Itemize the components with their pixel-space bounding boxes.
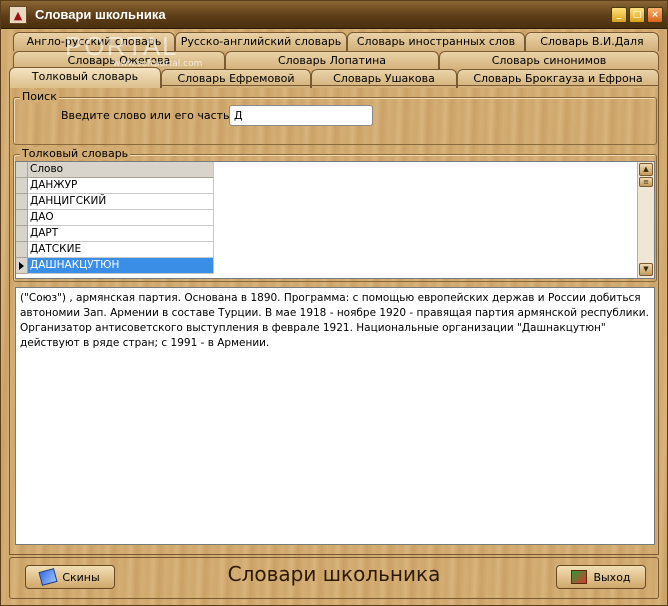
- tab-dahl[interactable]: Словарь В.И.Даля: [525, 32, 659, 51]
- window-title: Словари школьника: [35, 7, 166, 22]
- tab-label: Словарь Ушакова: [333, 72, 435, 85]
- row-indicator: [16, 178, 28, 194]
- tab-label: Словарь синонимов: [491, 54, 607, 67]
- tab-lopatin[interactable]: Словарь Лопатина: [225, 51, 439, 70]
- tab-label: Словарь Ефремовой: [177, 72, 295, 85]
- definition-text[interactable]: ("Союз") , армянская партия. Основана в …: [15, 287, 655, 545]
- column-header-word[interactable]: Слово: [28, 162, 214, 178]
- skins-label: Скины: [62, 570, 100, 584]
- word-cell: ДАО: [28, 210, 214, 226]
- word-cell: ДАШНАКЦУТЮН: [28, 258, 214, 274]
- footer-title: Словари школьника: [227, 562, 441, 586]
- row-indicator: [16, 162, 28, 178]
- book-app-icon: ▲: [9, 6, 27, 24]
- row-indicator: [16, 258, 28, 274]
- tab-label: Словарь иностранных слов: [356, 35, 516, 48]
- scroll-up-icon[interactable]: ▲: [639, 163, 653, 176]
- grid-header: Слово: [16, 162, 214, 178]
- title-bar[interactable]: ▲ Словари школьника _ □ ×: [1, 1, 667, 29]
- maximize-icon[interactable]: □: [629, 7, 645, 23]
- row-indicator: [16, 226, 28, 242]
- word-cell: ДАТСКИЕ: [28, 242, 214, 258]
- row-indicator: [16, 210, 28, 226]
- tab-label: Словарь Брокгауза и Ефрона: [473, 72, 643, 85]
- word-cell: ДАРТ: [28, 226, 214, 242]
- word-cell: ДАНЦИГСКИЙ: [28, 194, 214, 210]
- table-row[interactable]: ДАНЦИГСКИЙ: [16, 194, 214, 210]
- tab-label: Толковый словарь: [31, 70, 139, 83]
- row-pointer-icon: [19, 262, 24, 270]
- tab-label: Словарь Ожегова: [67, 54, 171, 67]
- tab-explanatory[interactable]: Толковый словарь: [9, 67, 161, 88]
- exit-icon: [571, 570, 588, 584]
- word-list[interactable]: Слово ДАНЖУР ДАНЦИГСКИЙ ДАО ДАРТ ДАТСКИЕ: [15, 161, 655, 279]
- tab-russian-english[interactable]: Русско-английский словарь: [175, 32, 347, 51]
- search-label: Введите слово или его часть:: [61, 109, 234, 122]
- tab-foreign-words[interactable]: Словарь иностранных слов: [347, 32, 525, 51]
- scroll-thumb[interactable]: ≡: [639, 177, 653, 187]
- table-row[interactable]: ДАНЖУР: [16, 178, 214, 194]
- tab-label: Англо-русский словарь: [26, 35, 162, 48]
- skins-icon: [38, 568, 58, 586]
- word-cell: ДАНЖУР: [28, 178, 214, 194]
- tab-label: Словарь В.И.Даля: [540, 35, 644, 48]
- main-window: ▲ Словари школьника _ □ × Англо-русский …: [0, 0, 668, 606]
- vertical-scrollbar[interactable]: ▲ ≡ ▼: [637, 162, 654, 278]
- search-group-label: Поиск: [20, 90, 59, 103]
- search-input[interactable]: [229, 105, 373, 126]
- tab-label: Словарь Лопатина: [277, 54, 387, 67]
- exit-label: Выход: [593, 570, 631, 584]
- row-indicator: [16, 242, 28, 258]
- table-row[interactable]: ДАРТ: [16, 226, 214, 242]
- close-icon[interactable]: ×: [647, 7, 663, 23]
- minimize-icon[interactable]: _: [611, 7, 627, 23]
- table-row-selected[interactable]: ДАШНАКЦУТЮН: [16, 258, 214, 274]
- tab-synonyms[interactable]: Словарь синонимов: [439, 51, 659, 70]
- skins-button[interactable]: Скины: [25, 565, 115, 589]
- table-row[interactable]: ДАТСКИЕ: [16, 242, 214, 258]
- row-indicator: [16, 194, 28, 210]
- scroll-down-icon[interactable]: ▼: [639, 263, 653, 276]
- tab-english-russian[interactable]: Англо-русский словарь: [13, 32, 175, 51]
- tab-label: Русско-английский словарь: [180, 35, 342, 48]
- table-row[interactable]: ДАО: [16, 210, 214, 226]
- word-grid: Слово ДАНЖУР ДАНЦИГСКИЙ ДАО ДАРТ ДАТСКИЕ: [16, 162, 214, 274]
- wordlist-group-label: Толковый словарь: [20, 147, 131, 160]
- exit-button[interactable]: Выход: [556, 565, 646, 589]
